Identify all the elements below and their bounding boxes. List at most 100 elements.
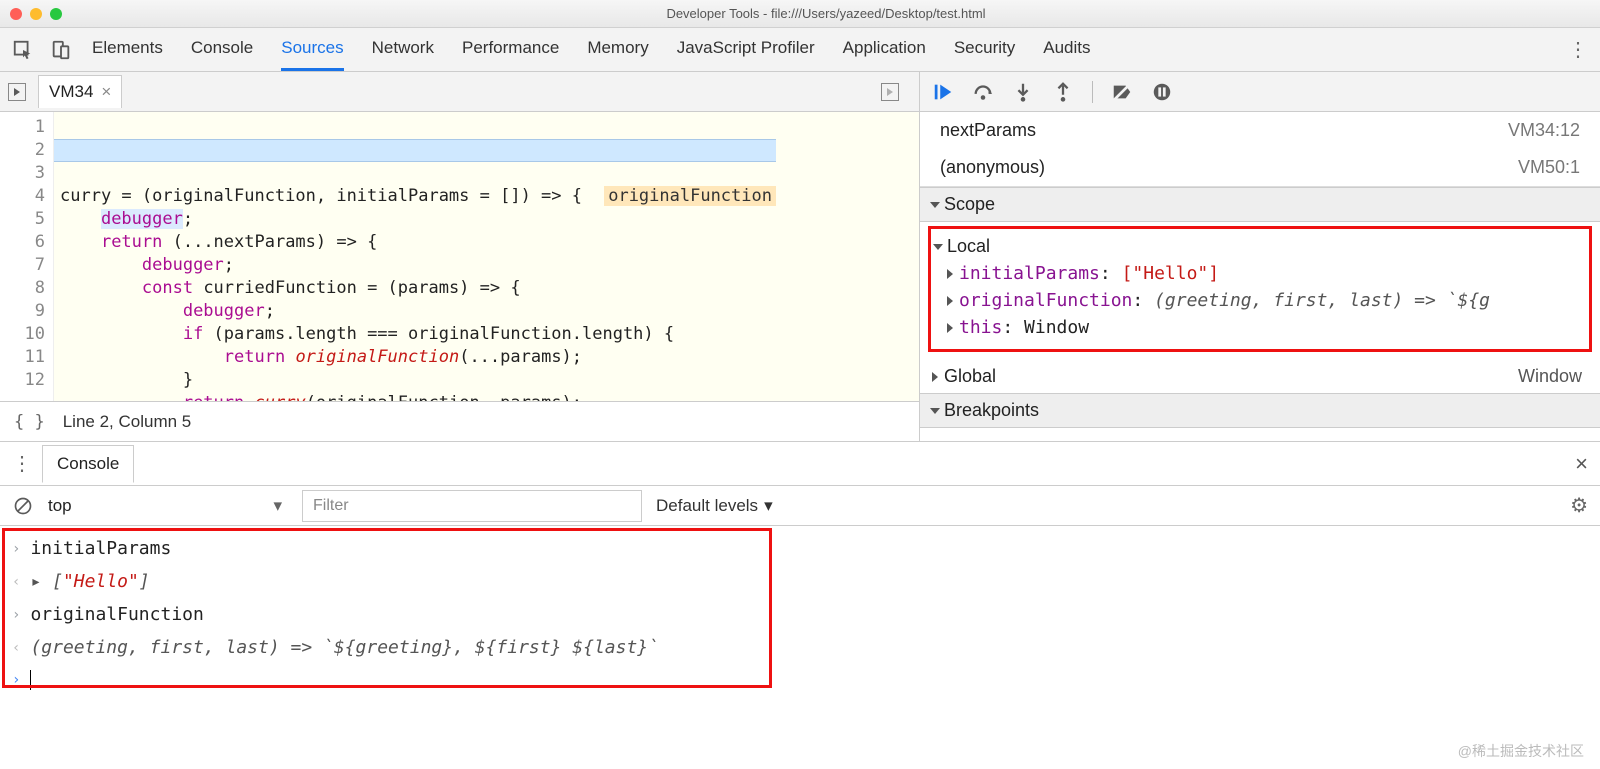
log-levels-selector[interactable]: Default levels ▾: [656, 496, 773, 516]
context-value: top: [48, 496, 72, 516]
console-row-text: initialParams: [30, 538, 171, 559]
chevron-down-icon: ▾: [764, 496, 773, 516]
tab-security[interactable]: Security: [954, 28, 1015, 71]
line-gutter: 123456789101112: [0, 112, 54, 401]
breakpoints-label: Breakpoints: [944, 400, 1039, 421]
stack-frame-location: VM50:1: [1518, 157, 1580, 178]
scope-variable[interactable]: this: Window: [933, 314, 1587, 341]
stack-frame[interactable]: nextParams VM34:12: [920, 112, 1600, 149]
minimize-window-icon[interactable]: [30, 8, 42, 20]
breakpoints-section-header[interactable]: Breakpoints: [920, 393, 1600, 428]
pause-on-exceptions-icon[interactable]: [1151, 81, 1173, 103]
scope-variable[interactable]: originalFunction: (greeting, first, last…: [933, 287, 1587, 314]
console-row[interactable]: › initialParams: [10, 532, 1590, 565]
chevron-down-icon[interactable]: [933, 244, 943, 250]
stack-frame-location: VM34:12: [1508, 120, 1580, 141]
chevron-right-icon: [947, 296, 953, 306]
console-settings-icon[interactable]: ⚙: [1570, 493, 1588, 518]
pretty-print-icon[interactable]: { }: [14, 412, 45, 432]
chevron-right-icon: [947, 323, 953, 333]
file-tab-label: VM34: [49, 82, 93, 102]
console-row-text: ▸ ["Hello"]: [30, 571, 149, 592]
global-scope-row[interactable]: Global Window: [920, 360, 1600, 393]
console-row-text: (greeting, first, last) => `${greeting},…: [30, 637, 659, 658]
cursor-position: Line 2, Column 5: [63, 412, 192, 432]
close-window-icon[interactable]: [10, 8, 22, 20]
chevron-right-icon: [947, 269, 953, 279]
close-drawer-icon[interactable]: ×: [1575, 451, 1588, 477]
chevron-right-icon: [932, 372, 938, 382]
close-file-tab-icon[interactable]: ×: [101, 82, 111, 102]
device-toolbar-icon[interactable]: [50, 39, 72, 61]
file-tab-vm34[interactable]: VM34 ×: [38, 75, 122, 108]
chevron-down-icon: [930, 202, 940, 208]
toggle-navigator-icon[interactable]: [8, 83, 26, 101]
window-titlebar: Developer Tools - file:///Users/yazeed/D…: [0, 0, 1600, 28]
stack-frame-name: nextParams: [940, 120, 1036, 141]
scope-body: Local initialParams: ["Hello"] originalF…: [920, 222, 1600, 360]
tab-memory[interactable]: Memory: [587, 28, 648, 71]
console-toolbar: top ▾ Filter Default levels ▾ ⚙: [0, 486, 1600, 526]
tab-performance[interactable]: Performance: [462, 28, 559, 71]
console-row-text: originalFunction: [30, 604, 203, 625]
var-name: initialParams: [959, 263, 1100, 284]
step-out-icon[interactable]: [1052, 81, 1074, 103]
var-name: originalFunction: [959, 290, 1132, 311]
tabs-list: Elements Console Sources Network Perform…: [92, 28, 1091, 71]
context-selector[interactable]: top ▾: [48, 496, 288, 516]
drawer-more-icon[interactable]: ⋮: [12, 451, 32, 476]
devtools-main-tabs: Elements Console Sources Network Perform…: [0, 28, 1600, 72]
inspect-element-icon[interactable]: [12, 39, 34, 61]
tab-network[interactable]: Network: [372, 28, 434, 71]
row-chevron-icon: ‹: [12, 574, 20, 590]
levels-label: Default levels: [656, 496, 758, 516]
stack-frame[interactable]: (anonymous) VM50:1: [920, 149, 1600, 186]
tab-application[interactable]: Application: [843, 28, 926, 71]
var-value: (greeting, first, last) => `${g: [1154, 290, 1490, 311]
scope-section-header[interactable]: Scope: [920, 187, 1600, 222]
more-file-options-icon[interactable]: [881, 83, 899, 101]
filter-input[interactable]: Filter: [302, 490, 642, 522]
deactivate-breakpoints-icon[interactable]: [1111, 81, 1133, 103]
chevron-down-icon: [930, 408, 940, 414]
clear-console-icon[interactable]: [12, 495, 34, 517]
step-into-icon[interactable]: [1012, 81, 1034, 103]
tab-audits[interactable]: Audits: [1043, 28, 1090, 71]
drawer-tab-console[interactable]: Console: [42, 445, 134, 483]
row-chevron-icon: ›: [12, 607, 20, 623]
watermark: @稀土掘金技术社区: [1458, 741, 1584, 761]
tab-sources[interactable]: Sources: [281, 28, 343, 71]
tab-js-profiler[interactable]: JavaScript Profiler: [677, 28, 815, 71]
console-row[interactable]: ‹ ▸ ["Hello"]: [10, 565, 1590, 598]
chevron-down-icon: ▾: [273, 496, 282, 516]
console-row[interactable]: › originalFunction: [10, 598, 1590, 631]
traffic-lights: [10, 8, 62, 20]
step-over-icon[interactable]: [972, 81, 994, 103]
local-scope-label: Local: [947, 236, 990, 257]
more-menu-icon[interactable]: ⋮: [1568, 37, 1588, 62]
prompt-chevron-icon: ›: [12, 672, 20, 688]
var-value: Window: [1024, 317, 1089, 338]
highlight-annotation: Local initialParams: ["Hello"] originalF…: [928, 226, 1592, 352]
var-value: ["Hello"]: [1122, 263, 1220, 284]
maximize-window-icon[interactable]: [50, 8, 62, 20]
console-prompt[interactable]: ›: [10, 664, 1590, 696]
tab-console[interactable]: Console: [191, 28, 253, 71]
scope-variable[interactable]: initialParams: ["Hello"]: [933, 260, 1587, 287]
resume-icon[interactable]: [932, 81, 954, 103]
console-body[interactable]: › initialParams ‹ ▸ ["Hello"] › originalFunct…: [0, 526, 1600, 702]
row-chevron-icon: ›: [12, 541, 20, 557]
code-editor[interactable]: 123456789101112 curry = (originalFunctio…: [0, 112, 919, 401]
scope-label: Scope: [944, 194, 995, 215]
global-value: Window: [1518, 366, 1582, 387]
highlighted-line: [54, 139, 776, 162]
text-cursor: [30, 670, 31, 690]
tab-elements[interactable]: Elements: [92, 28, 163, 71]
var-name: this: [959, 317, 1002, 338]
stack-frame-name: (anonymous): [940, 157, 1045, 178]
code-area[interactable]: curry = (originalFunction, initialParams…: [54, 112, 776, 401]
global-label: Global: [944, 366, 996, 386]
console-row[interactable]: ‹(greeting, first, last) => `${greeting}…: [10, 631, 1590, 664]
debugger-toolbar: [920, 72, 1600, 112]
call-stack: nextParams VM34:12 (anonymous) VM50:1: [920, 112, 1600, 187]
